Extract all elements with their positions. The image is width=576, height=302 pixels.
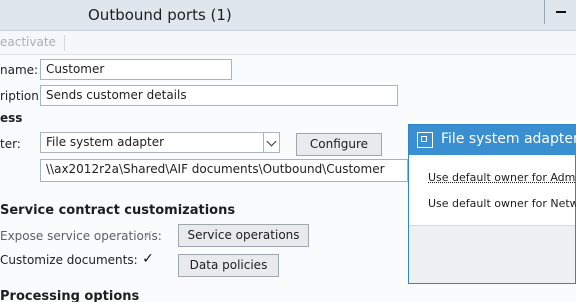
- minimize-button[interactable]: [544, 0, 576, 24]
- default-owner-network-option[interactable]: Use default owner for Netwo: [428, 197, 576, 210]
- configure-button[interactable]: Configure: [296, 133, 382, 156]
- file-system-adapter-dialog: File system adapter c Use default owner …: [408, 124, 576, 284]
- data-policies-button[interactable]: Data policies: [178, 254, 279, 277]
- processing-options-section-heading: Processing options: [0, 289, 140, 302]
- customize-documents-label: Customize documents:: [0, 253, 138, 267]
- adapter-label: ter:: [0, 137, 21, 151]
- action-toolbar: eactivate: [0, 31, 576, 55]
- dialog-title: File system adapter c: [441, 131, 576, 147]
- customize-documents-checkbox[interactable]: ✓: [141, 252, 155, 266]
- data-policies-button-label: Data policies: [189, 258, 268, 272]
- adapter-window-icon: [417, 132, 433, 148]
- description-label: ription:: [0, 89, 43, 103]
- name-field[interactable]: Customer: [40, 59, 232, 80]
- service-operations-button-label: Service operations: [187, 228, 300, 242]
- expose-operations-label: Expose service operations:: [0, 229, 162, 243]
- name-label: name:: [0, 63, 39, 77]
- dialog-footer: [409, 225, 575, 283]
- service-operations-button[interactable]: Service operations: [178, 224, 309, 247]
- configure-button-label: Configure: [309, 137, 369, 151]
- service-contract-section-heading: Service contract customizations: [0, 203, 236, 218]
- adapter-select[interactable]: File system adapter: [40, 132, 264, 153]
- expose-operations-checkbox[interactable]: ✓: [141, 229, 155, 243]
- dialog-body: Use default owner for Admin Use default …: [409, 155, 576, 225]
- minimize-icon: [556, 11, 566, 13]
- address-path-field[interactable]: \\ax2012r2a\Shared\AIF documents\Outboun…: [40, 159, 408, 182]
- chevron-down-icon: [266, 136, 277, 147]
- window-titlebar: Outbound ports (1): [0, 0, 576, 31]
- adapter-dropdown-button[interactable]: [263, 132, 280, 153]
- description-field[interactable]: Sends customer details: [40, 85, 398, 106]
- process-section-heading: ess: [0, 111, 23, 125]
- window-title: Outbound ports (1): [88, 6, 232, 24]
- default-owner-admin-option[interactable]: Use default owner for Admin: [428, 171, 576, 184]
- deactivate-button[interactable]: eactivate: [0, 35, 65, 51]
- dialog-titlebar: File system adapter c: [409, 125, 576, 155]
